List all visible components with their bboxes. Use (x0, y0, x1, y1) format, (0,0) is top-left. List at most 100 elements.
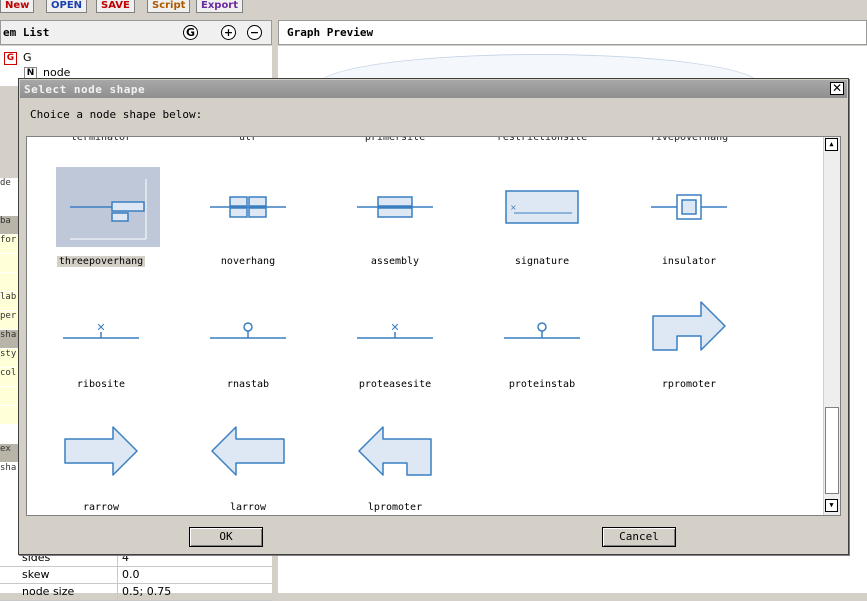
property-row[interactable]: skew 0.0 (0, 567, 272, 584)
shape-label: insulator (629, 256, 749, 267)
shape-label-text: rpromoter (661, 379, 717, 390)
graph-preview-header: Graph Preview (278, 20, 867, 45)
insulator-shape-icon (647, 173, 731, 241)
shape-option-noverhang[interactable]: noverhang (188, 173, 308, 283)
larrow-shape-icon (206, 419, 290, 487)
new-button[interactable]: New (0, 0, 35, 13)
shape-label: larrow (188, 502, 308, 513)
property-strip: de ba for lab per sha sty col ex sha (0, 178, 20, 558)
partial-shape-label: restrictionsite (496, 136, 588, 143)
property-strip-cell: for (0, 235, 20, 253)
dialog-title: Select node shape (24, 83, 146, 96)
shape-label-text: lpromoter (367, 502, 423, 513)
shape-label-text: ribosite (76, 379, 126, 390)
select-node-shape-dialog: Select node shape ✕ Choice a node shape … (18, 78, 849, 555)
shape-option-signature[interactable]: × signature (482, 173, 602, 283)
dialog-titlebar[interactable]: Select node shape ✕ (20, 80, 847, 98)
shape-option-assembly[interactable]: assembly (335, 173, 455, 283)
property-strip-cell: sty (0, 349, 20, 367)
shape-option-threepoverhang[interactable]: threepoverhang (41, 167, 161, 283)
shape-label-text: noverhang (220, 256, 276, 267)
shape-option-larrow[interactable]: larrow (188, 419, 308, 515)
main-toolbar: New OPEN SAVE Script Export (0, 0, 867, 18)
open-button[interactable]: OPEN (46, 0, 88, 13)
shape-option-proteasesite[interactable]: ✕ proteasesite (335, 296, 455, 406)
shape-label: rnastab (188, 379, 308, 390)
shape-label-text: threepoverhang (56, 256, 146, 267)
shape-label: lpromoter (335, 502, 455, 513)
partial-shape-label: utr (238, 136, 258, 143)
scroll-up-icon[interactable]: ▲ (825, 138, 838, 151)
shape-label: proteinstab (482, 379, 602, 390)
shape-label: noverhang (188, 256, 308, 267)
property-key: skew (22, 568, 50, 581)
property-strip-cell (0, 406, 20, 424)
shape-option-ribosite[interactable]: ✕ ribosite (41, 296, 161, 406)
partial-shape-label: terminator (70, 136, 132, 143)
shape-label-text: rnastab (226, 379, 270, 390)
shape-label-text: larrow (229, 502, 267, 513)
shape-label: threepoverhang (41, 256, 161, 267)
vertical-scrollbar[interactable]: ▲ ▼ (823, 137, 840, 515)
shape-option-rpromoter[interactable]: rpromoter (629, 296, 749, 406)
item-list-title: em List (3, 26, 50, 39)
shape-option-insulator[interactable]: insulator (629, 173, 749, 283)
property-value: 0.0 (122, 568, 140, 581)
cancel-button[interactable]: Cancel (602, 527, 676, 547)
property-strip-cell: ba (0, 216, 20, 234)
item-list-header: em List G + − (0, 20, 272, 45)
property-strip-cell: sha (0, 330, 20, 348)
ok-button[interactable]: OK (189, 527, 263, 547)
shape-label-text: insulator (661, 256, 717, 267)
shape-label: rpromoter (629, 379, 749, 390)
shape-label-text: proteasesite (358, 379, 432, 390)
remove-item-button[interactable]: − (247, 25, 262, 40)
shape-option-proteinstab[interactable]: proteinstab (482, 296, 602, 406)
shape-option-rnastab[interactable]: rnastab (188, 296, 308, 406)
rpromoter-shape-icon (647, 296, 731, 364)
shape-label: proteasesite (335, 379, 455, 390)
close-icon[interactable]: ✕ (830, 82, 844, 95)
noverhang-shape-icon (206, 173, 290, 241)
property-strip-cell: per (0, 311, 20, 329)
shape-label: ribosite (41, 379, 161, 390)
threepoverhang-shape-icon (56, 167, 160, 247)
scrollbar-thumb[interactable] (825, 407, 839, 494)
proteinstab-shape-icon (500, 296, 584, 364)
property-strip-cell (0, 273, 20, 291)
shape-label-text: assembly (370, 256, 420, 267)
svg-text:✕: ✕ (96, 321, 105, 334)
proteasesite-shape-icon: ✕ (353, 296, 437, 364)
partial-shape-row: terminator utr primersite restrictionsite fi… (27, 136, 827, 144)
shape-option-rarrow[interactable]: rarrow (41, 419, 161, 515)
shape-label-text: proteinstab (508, 379, 576, 390)
lpromoter-shape-icon (353, 419, 437, 487)
property-strip-cell: sha (0, 463, 20, 481)
shape-label-text: rarrow (82, 502, 120, 513)
property-strip-cell: de (0, 178, 20, 196)
svg-text:✕: ✕ (390, 321, 399, 334)
rarrow-shape-icon (59, 419, 143, 487)
property-strip-cell: lab (0, 292, 20, 310)
graph-preview-title: Graph Preview (287, 26, 374, 39)
property-strip-cell (0, 387, 20, 405)
export-button[interactable]: Export (196, 0, 244, 13)
partial-shape-label: fivepoverhang (649, 136, 729, 143)
tree-item-graph[interactable]: GG (4, 51, 32, 65)
property-strip-cell (0, 425, 20, 443)
add-item-button[interactable]: + (221, 25, 236, 40)
group-button[interactable]: G (183, 25, 198, 40)
shape-option-lpromoter[interactable]: lpromoter (335, 419, 455, 515)
script-button[interactable]: Script (147, 0, 191, 13)
tree-item-label: G (23, 51, 32, 64)
property-strip-cell: col (0, 368, 20, 386)
signature-shape-icon: × (500, 173, 584, 241)
scroll-down-icon[interactable]: ▼ (825, 499, 838, 512)
dialog-instruction: Choice a node shape below: (30, 108, 203, 121)
svg-text:×: × (510, 203, 517, 212)
shape-label-text: signature (514, 256, 570, 267)
property-value: 0.5; 0.75 (122, 585, 172, 598)
shape-grid: terminator utr primersite restrictionsite fi… (26, 136, 841, 516)
assembly-shape-icon (353, 173, 437, 241)
save-button[interactable]: SAVE (96, 0, 135, 13)
